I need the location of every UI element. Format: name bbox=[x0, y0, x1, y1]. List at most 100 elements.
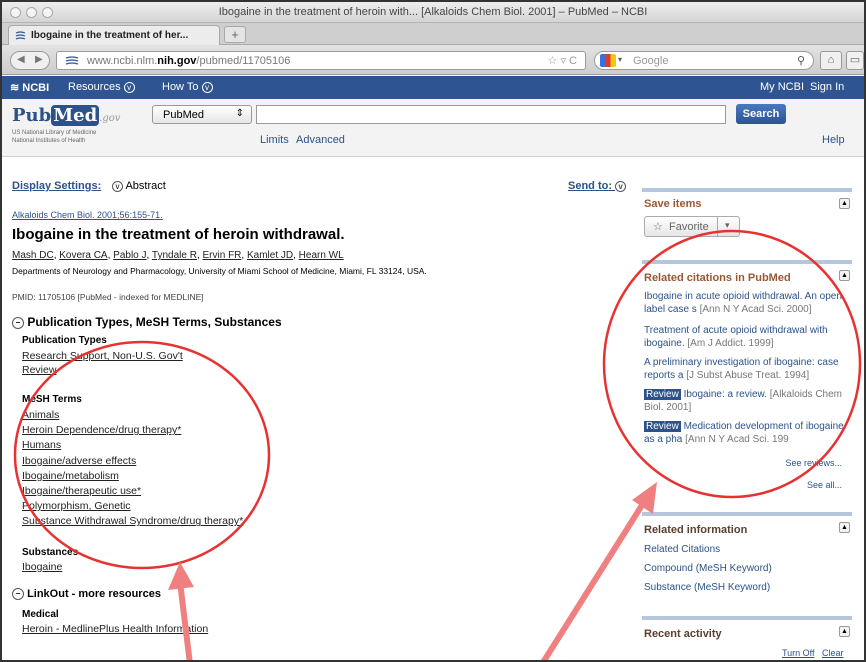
mesh-section-toggle[interactable]: − Publication Types, MeSH Terms, Substan… bbox=[12, 315, 282, 329]
favorite-button[interactable]: ☆ Favorite ▾ bbox=[644, 216, 740, 237]
my-ncbi-link[interactable]: My NCBI bbox=[760, 81, 804, 93]
publication-type-link[interactable]: Review bbox=[22, 363, 183, 377]
sign-in-link[interactable]: Sign In bbox=[810, 81, 844, 93]
related-citations-panel: Related citations in PubMed ▲ Ibogaine i… bbox=[642, 260, 852, 498]
mesh-terms-label: MeSH Terms bbox=[22, 394, 82, 405]
author-link[interactable]: Tyndale R bbox=[152, 250, 197, 261]
pmid: PMID: 11705106 [PubMed - indexed for MED… bbox=[12, 292, 204, 302]
display-settings-link[interactable]: Display Settings: bbox=[12, 180, 101, 192]
help-link[interactable]: Help bbox=[822, 134, 845, 146]
turn-off-link[interactable]: Turn Off bbox=[782, 648, 815, 658]
ncbi-logo[interactable]: ≋ NCBI bbox=[10, 81, 49, 94]
related-citation-item[interactable]: Review Ibogaine: a review. [Alkaloids Ch… bbox=[644, 388, 850, 414]
ncbi-favicon-icon bbox=[15, 31, 26, 40]
collapse-icon[interactable]: ▲ bbox=[839, 270, 850, 281]
mesh-term-link[interactable]: Heroin Dependence/drug therapy* bbox=[22, 423, 243, 438]
mesh-term-link[interactable]: Polymorphism, Genetic bbox=[22, 499, 243, 514]
mesh-term-link[interactable]: Ibogaine/adverse effects bbox=[22, 454, 243, 469]
search-term-input[interactable] bbox=[256, 105, 726, 124]
citation[interactable]: Alkaloids Chem Biol. 2001;56:155-71. bbox=[12, 210, 163, 220]
publication-types-list: Research Support, Non-U.S. Gov't Review bbox=[22, 349, 183, 377]
review-badge: Review bbox=[644, 389, 681, 400]
star-icon: ☆ bbox=[653, 221, 663, 233]
database-select[interactable]: PubMed ⇕ bbox=[152, 105, 252, 124]
send-to-link[interactable]: Send to: v bbox=[568, 180, 627, 192]
main-content: Display Settings: v Abstract Send to: v … bbox=[2, 158, 864, 660]
save-items-heading: Save items bbox=[644, 198, 702, 210]
howto-menu[interactable]: How To v bbox=[162, 81, 213, 93]
window-titlebar: Ibogaine in the treatment of heroin with… bbox=[2, 2, 864, 23]
recent-activity-panel: Recent activity ▲ Turn Off Clear bbox=[642, 616, 852, 660]
substances-label: Substances bbox=[22, 547, 79, 558]
mesh-term-link[interactable]: Animals bbox=[22, 408, 243, 423]
see-reviews-link[interactable]: See reviews... bbox=[785, 458, 842, 468]
medlineplus-link[interactable]: Heroin - MedlinePlus Health Information bbox=[22, 623, 208, 635]
nih-label: National Institutes of Health bbox=[12, 138, 86, 144]
sidebar-button[interactable]: ▭ bbox=[846, 51, 864, 70]
chevron-down-icon[interactable]: ▾ bbox=[725, 220, 730, 231]
related-information-link[interactable]: Related Citations bbox=[644, 544, 720, 555]
author-link[interactable]: Pablo J bbox=[113, 250, 146, 261]
collapse-icon: − bbox=[12, 588, 24, 601]
author-link[interactable]: Ervin FR bbox=[203, 250, 242, 261]
nlm-label: US National Library of Medicine bbox=[12, 130, 97, 136]
resources-menu[interactable]: Resources v bbox=[68, 81, 135, 93]
related-citation-item[interactable]: A preliminary investigation of ibogaine:… bbox=[644, 356, 850, 382]
search-button[interactable]: Search bbox=[736, 104, 786, 124]
ncbi-bar: ≋ NCBI Resources v How To v My NCBI Sign… bbox=[2, 76, 864, 99]
related-citation-title: Ibogaine: a review. bbox=[683, 389, 767, 400]
mesh-term-link[interactable]: Substance Withdrawal Syndrome/drug thera… bbox=[22, 514, 243, 529]
author-link[interactable]: Kamlet JD bbox=[247, 250, 293, 261]
browser-tab[interactable]: Ibogaine in the treatment of her... bbox=[8, 25, 220, 45]
related-information-panel: Related information ▲ Related Citations C… bbox=[642, 512, 852, 602]
affiliation: Departments of Neurology and Pharmacolog… bbox=[12, 266, 427, 276]
see-all-link[interactable]: See all... bbox=[807, 480, 842, 490]
mesh-terms-list: Animals Heroin Dependence/drug therapy* Hu… bbox=[22, 408, 243, 530]
medical-label: Medical bbox=[22, 609, 59, 620]
mesh-term-link[interactable]: Humans bbox=[22, 438, 243, 453]
related-citation-journal: [Ann N Y Acad Sci. 2000] bbox=[699, 304, 812, 315]
related-information-link[interactable]: Substance (MeSH Keyword) bbox=[644, 582, 770, 593]
related-information-heading: Related information bbox=[644, 524, 748, 536]
web-search-box[interactable]: ▾ Google ⚲ bbox=[594, 51, 814, 70]
collapse-icon[interactable]: ▲ bbox=[839, 198, 850, 209]
window-title: Ibogaine in the treatment of heroin with… bbox=[218, 6, 648, 18]
related-citation-journal: [J Subst Abuse Treat. 1994] bbox=[686, 370, 810, 381]
author-link[interactable]: Kovera CA bbox=[59, 250, 107, 261]
pubmed-header: Pub Med .gov US National Library of Medici… bbox=[2, 99, 864, 157]
collapse-icon[interactable]: ▲ bbox=[839, 626, 850, 637]
related-citation-journal: [Am J Addict. 1999] bbox=[687, 338, 774, 349]
forward-icon[interactable]: ▶ bbox=[35, 54, 43, 65]
bookmark-reload-controls[interactable]: ☆ ▿ C bbox=[548, 54, 577, 67]
related-citation-item[interactable]: Ibogaine in acute opioid withdrawal. An … bbox=[644, 290, 850, 316]
display-settings-toggle[interactable]: v Abstract bbox=[112, 180, 166, 192]
related-citation-item[interactable]: Treatment of acute opioid withdrawal wit… bbox=[644, 324, 850, 350]
author-link[interactable]: Mash DC bbox=[12, 250, 54, 261]
mesh-term-link[interactable]: Ibogaine/metabolism bbox=[22, 469, 243, 484]
google-icon[interactable] bbox=[600, 54, 616, 67]
chevron-down-icon: v bbox=[123, 81, 135, 93]
review-badge: Review bbox=[644, 421, 681, 432]
collapse-icon[interactable]: ▲ bbox=[839, 522, 850, 533]
chevron-down-icon: v bbox=[615, 180, 627, 192]
advanced-link[interactable]: Advanced bbox=[296, 134, 345, 146]
search-engine-placeholder: Google bbox=[633, 55, 669, 67]
url-text: www.ncbi.nlm.nih.gov/pubmed/11705106 bbox=[87, 55, 291, 67]
clear-link[interactable]: Clear bbox=[822, 648, 844, 658]
home-button[interactable]: ⌂ bbox=[820, 51, 842, 70]
publication-type-link[interactable]: Research Support, Non-U.S. Gov't bbox=[22, 349, 183, 363]
back-icon[interactable]: ◀ bbox=[17, 54, 25, 65]
search-icon[interactable]: ⚲ bbox=[797, 54, 805, 67]
new-tab-button[interactable]: + bbox=[224, 26, 246, 43]
address-bar[interactable]: www.ncbi.nlm.nih.gov/pubmed/11705106 ☆ ▿… bbox=[56, 51, 586, 70]
pubmed-logo[interactable]: Pub Med .gov bbox=[12, 105, 120, 126]
substance-link[interactable]: Ibogaine bbox=[22, 561, 62, 573]
author-link[interactable]: Hearn WL bbox=[299, 250, 344, 261]
chevron-down-icon: v bbox=[201, 81, 213, 93]
mesh-term-link[interactable]: Ibogaine/therapeutic use* bbox=[22, 484, 243, 499]
limits-link[interactable]: Limits bbox=[260, 134, 289, 146]
back-forward-buttons[interactable]: ◀ ▶ bbox=[10, 51, 50, 70]
related-information-link[interactable]: Compound (MeSH Keyword) bbox=[644, 563, 772, 574]
linkout-toggle[interactable]: − LinkOut - more resources bbox=[12, 588, 161, 601]
related-citation-item[interactable]: Review Medication development of ibogain… bbox=[644, 420, 850, 446]
